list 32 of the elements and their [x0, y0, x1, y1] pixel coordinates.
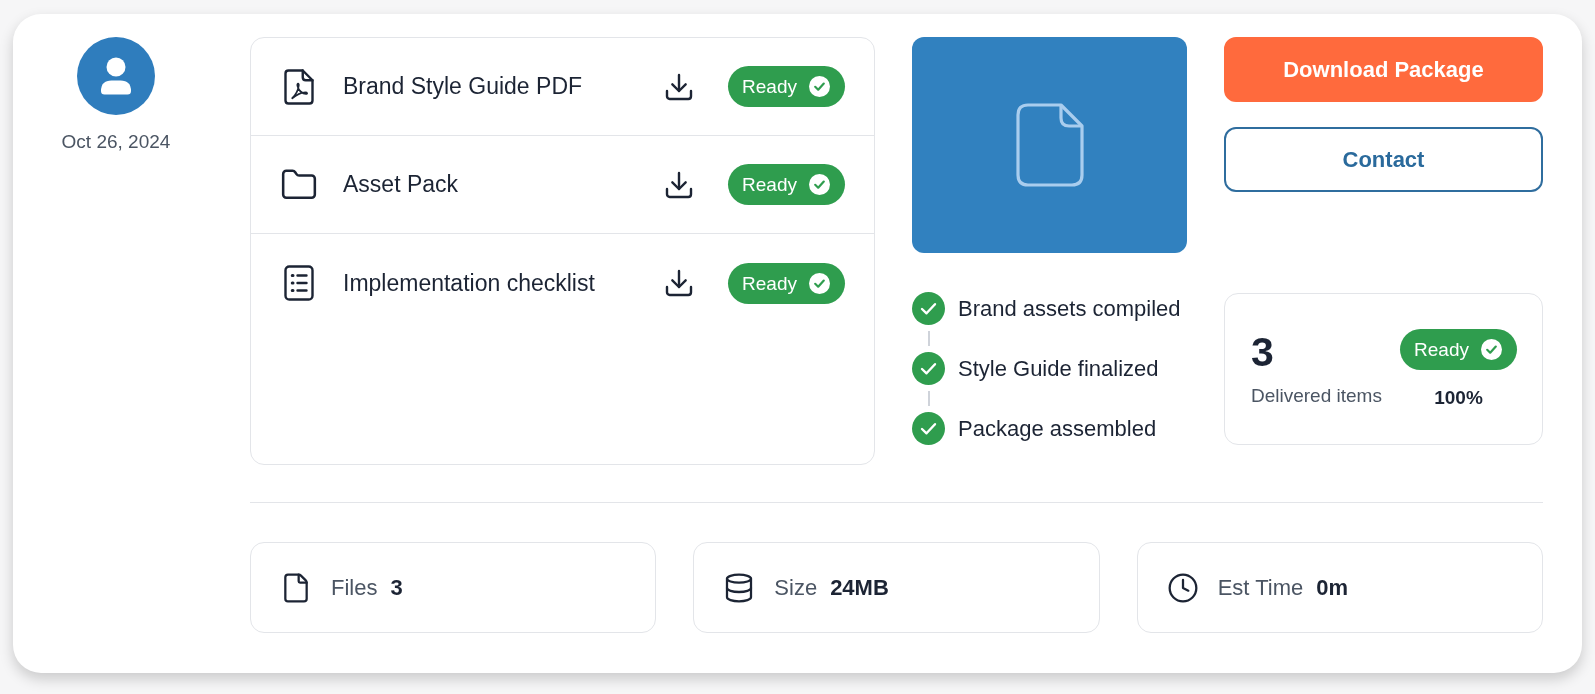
delivered-label: Delivered items [1251, 384, 1382, 407]
file-name: Implementation checklist [343, 268, 595, 298]
step-label: Brand assets compiled [958, 295, 1181, 323]
avatar-icon [77, 37, 155, 115]
check-circle-icon [809, 76, 830, 97]
file-name: Brand Style Guide PDF [343, 72, 583, 102]
status-label: Ready [742, 175, 797, 194]
step-connector [927, 391, 930, 406]
step-label: Style Guide finalized [958, 355, 1159, 383]
stat-label: Files [331, 574, 378, 602]
step-connector [927, 331, 930, 346]
stat-label: Est Time [1217, 574, 1304, 602]
delivered-count: 3 [1251, 331, 1275, 373]
percent-text: 100% [1434, 387, 1483, 409]
clock-icon [1166, 571, 1199, 604]
stat-value: 0m [1316, 574, 1349, 602]
checklist-icon [284, 265, 314, 301]
stat-value: 3 [390, 574, 403, 602]
pdf-file-icon [284, 68, 314, 105]
stat-value: 24MB [830, 574, 889, 602]
status-label: Ready [1414, 340, 1469, 359]
check-circle-icon [1481, 339, 1502, 360]
status-label: Ready [742, 77, 797, 96]
check-circle-icon [809, 174, 830, 195]
date-text: Oct 26, 2024 [61, 131, 171, 153]
check-circle-icon [809, 272, 830, 294]
status-label: Ready [742, 273, 797, 293]
step-label: Package assembled [958, 415, 1157, 443]
stat-label: Size [774, 574, 818, 602]
file-name: Asset Pack [343, 170, 459, 200]
document-icon [1015, 103, 1084, 187]
contact-button[interactable]: Contact [1224, 127, 1543, 192]
